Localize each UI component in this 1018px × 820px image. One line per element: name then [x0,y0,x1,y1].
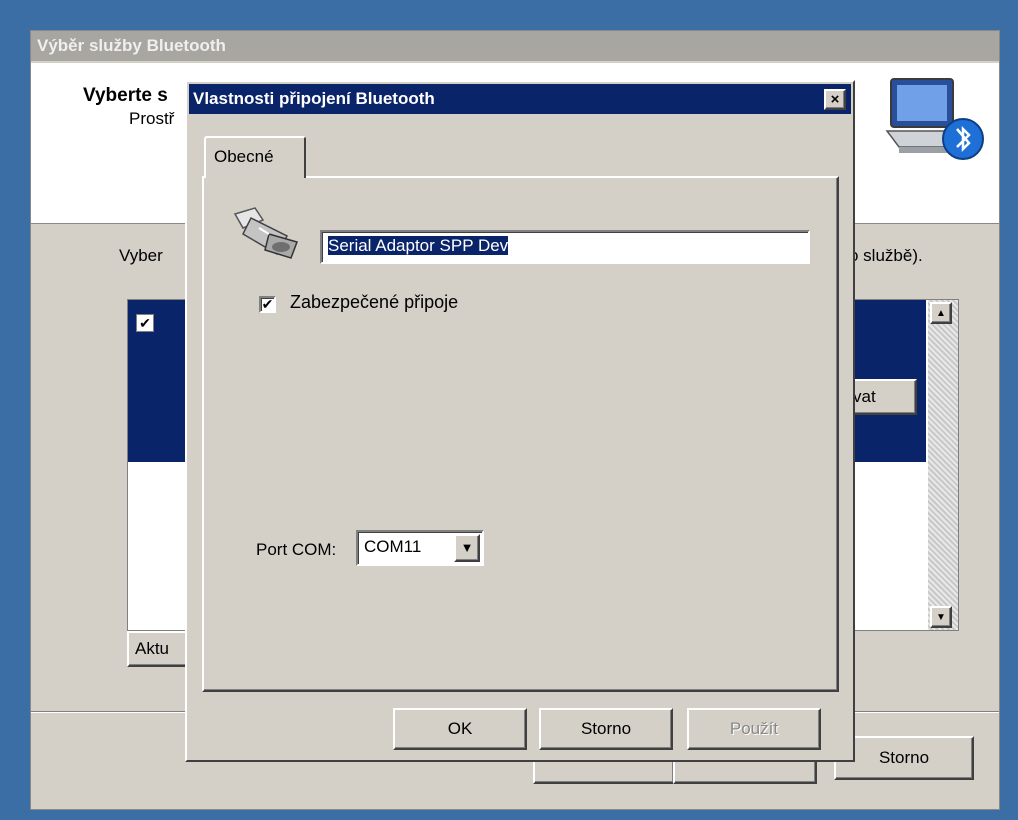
scroll-up-icon[interactable]: ▲ [930,302,952,324]
close-icon[interactable]: × [824,89,846,110]
wizard-cancel-button[interactable]: Storno [834,736,974,780]
device-name-field[interactable]: Serial Adaptor SPP Dev [320,230,810,264]
service-list-scrollbar[interactable]: ▲ ▼ [928,300,958,630]
com-port-select[interactable]: COM11 ▼ [356,530,484,566]
apply-button[interactable]: Použít [687,708,821,750]
computer-bluetooth-icon [885,78,984,160]
chevron-down-icon[interactable]: ▼ [454,534,480,562]
secure-connection-checkbox[interactable]: ✔ [259,296,276,313]
tab-panel: Serial Adaptor SPP Dev ✔ Zabezpečené při… [202,176,839,692]
connection-properties-dialog: Vlastnosti připojení Bluetooth × Obecné … [185,80,855,762]
service-checkbox[interactable]: ✔ [136,314,154,332]
scroll-down-icon[interactable]: ▼ [930,606,952,628]
com-port-label: Port COM: [256,540,337,559]
wizard-prompt-tail: o službě). [849,246,923,265]
background-window-title: Výběr služby Bluetooth [31,31,999,61]
dialog-title: Vlastnosti připojení Bluetooth × [189,84,851,114]
tab-general[interactable]: Obecné [204,136,306,178]
ok-button[interactable]: OK [393,708,527,750]
device-name-value: Serial Adaptor SPP Dev [328,236,509,255]
wizard-heading: Vyberte s [83,85,168,106]
cancel-button[interactable]: Storno [539,708,673,750]
serial-plug-icon [233,207,298,259]
dialog-title-text: Vlastnosti připojení Bluetooth [193,89,435,108]
com-port-value: COM11 [364,537,422,556]
secure-connection-label: Zabezpečené připoje [290,292,459,312]
wizard-prompt: Vyber [119,246,163,265]
wizard-subheading: Prostř [129,109,175,128]
